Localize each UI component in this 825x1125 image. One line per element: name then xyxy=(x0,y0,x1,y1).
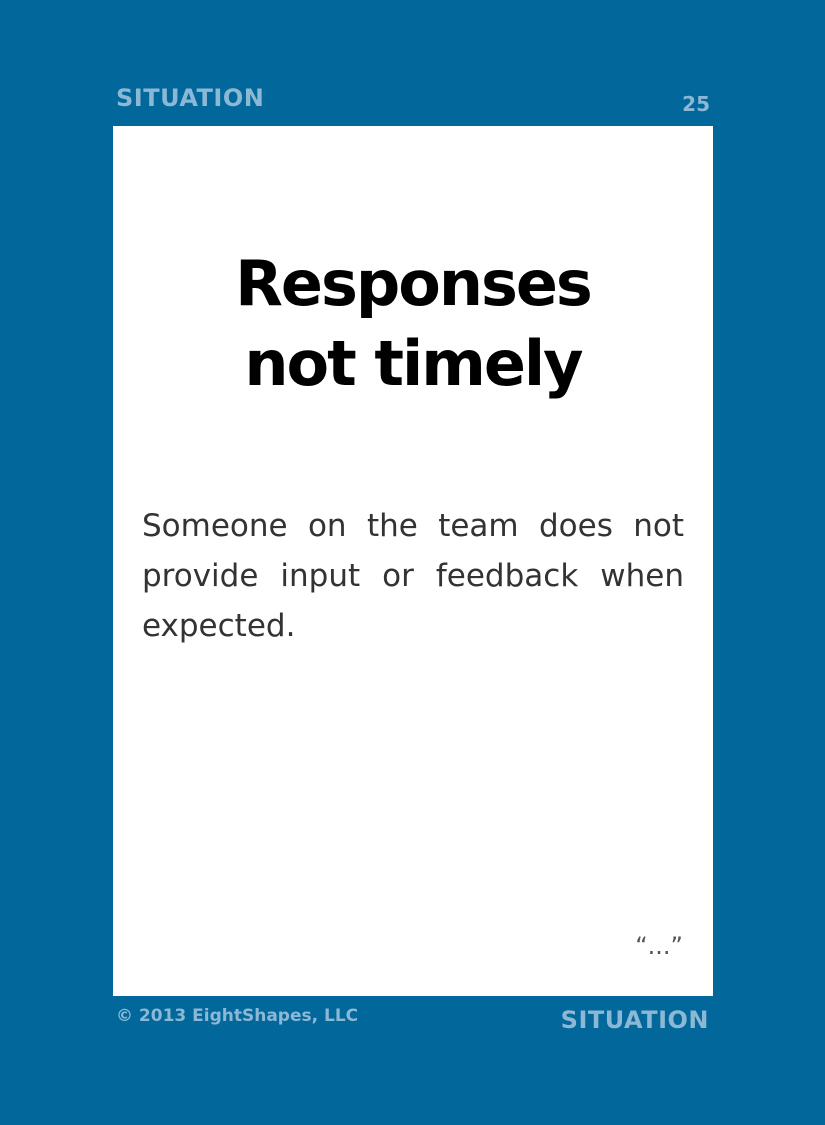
category-label-bottom: SITUATION xyxy=(560,1006,709,1034)
situation-card: Responses not timely Someone on the team… xyxy=(113,126,713,996)
card-title-line-2: not timely xyxy=(244,327,583,400)
card-description: Someone on the team does not provide inp… xyxy=(142,508,684,644)
card-title-line-1: Responses xyxy=(235,247,593,320)
category-label-top: SITUATION xyxy=(116,84,265,112)
card-title: Responses not timely xyxy=(113,244,713,404)
quote-mark: “...” xyxy=(635,932,683,960)
copyright-text: © 2013 EightShapes, LLC xyxy=(116,1006,359,1026)
card-number: 25 xyxy=(682,92,710,116)
card-page: { "header": { "category_label": "SITUATI… xyxy=(0,0,825,1125)
